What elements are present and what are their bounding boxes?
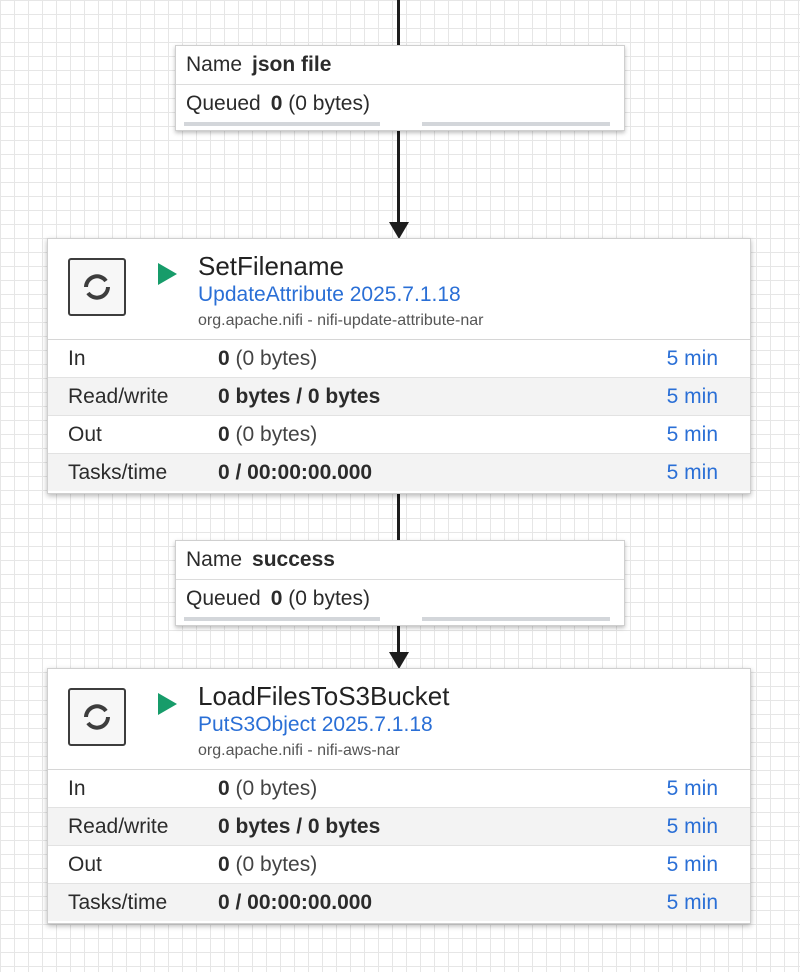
processor-bundle: org.apache.nifi - nifi-aws-nar <box>198 742 400 759</box>
stat-row-tasks: Tasks/time 0 / 00:00:00.000 5 min <box>48 884 750 921</box>
stat-label: In <box>68 347 86 370</box>
stat-label: In <box>68 777 86 800</box>
connection-name-label: Name <box>186 53 243 76</box>
stat-label: Out <box>68 423 102 446</box>
stat-time: 5 min <box>666 853 718 876</box>
connection-label-success[interactable]: Name success Queued 0 (0 bytes) <box>175 540 625 626</box>
connection-queued-count: 0 <box>270 587 283 610</box>
queue-size-bar <box>422 617 610 621</box>
stat-time: 5 min <box>666 815 718 838</box>
stat-row-tasks: Tasks/time 0 / 00:00:00.000 5 min <box>48 454 750 491</box>
queue-count-bar <box>184 617 380 621</box>
stat-row-out: Out 0 (0 bytes) 5 min <box>48 846 750 884</box>
arrowhead-icon <box>389 652 409 669</box>
processor-stats: In 0 (0 bytes) 5 min Read/write 0 bytes … <box>48 769 750 921</box>
running-status-icon <box>158 263 177 285</box>
stat-label: Read/write <box>68 385 169 408</box>
connection-queued-size: (0 bytes) <box>288 92 370 115</box>
stat-time: 5 min <box>666 423 718 446</box>
connection-name: json file <box>252 53 332 76</box>
stat-label: Out <box>68 853 102 876</box>
stat-value: 0 / 00:00:00.000 <box>218 891 373 914</box>
processor-type[interactable]: UpdateAttribute 2025.7.1.18 <box>198 283 461 307</box>
connection-queued-row: Queued 0 (0 bytes) <box>176 580 624 618</box>
processor-header: LoadFilesToS3Bucket PutS3Object 2025.7.1… <box>48 669 750 769</box>
processor-setfilename[interactable]: SetFilename UpdateAttribute 2025.7.1.18 … <box>47 238 751 494</box>
connection-name: success <box>252 548 335 571</box>
queue-size-bar <box>422 122 610 126</box>
processor-type[interactable]: PutS3Object 2025.7.1.18 <box>198 713 433 737</box>
stat-time: 5 min <box>666 385 718 408</box>
processor-bundle: org.apache.nifi - nifi-update-attribute-… <box>198 312 484 329</box>
stat-row-in: In 0 (0 bytes) 5 min <box>48 770 750 808</box>
stat-value: 0 (0 bytes) <box>218 853 318 876</box>
stat-row-in: In 0 (0 bytes) 5 min <box>48 340 750 378</box>
running-status-icon <box>158 693 177 715</box>
stat-row-out: Out 0 (0 bytes) 5 min <box>48 416 750 454</box>
connection-queued-size: (0 bytes) <box>288 587 370 610</box>
stat-value: 0 bytes / 0 bytes <box>218 815 381 838</box>
connection-name-label: Name <box>186 548 243 571</box>
stat-time: 5 min <box>666 777 718 800</box>
stat-label: Tasks/time <box>68 461 168 484</box>
stat-time: 5 min <box>666 891 718 914</box>
connection-queued-count: 0 <box>270 92 283 115</box>
stat-time: 5 min <box>666 461 718 484</box>
arrowhead-icon <box>389 222 409 239</box>
queue-count-bar <box>184 122 380 126</box>
stat-value: 0 bytes / 0 bytes <box>218 385 381 408</box>
stat-time: 5 min <box>666 347 718 370</box>
stat-label: Read/write <box>68 815 169 838</box>
stat-value: 0 (0 bytes) <box>218 777 318 800</box>
stat-value: 0 / 00:00:00.000 <box>218 461 373 484</box>
processor-icon <box>68 258 126 316</box>
connection-queued-label: Queued <box>186 587 261 610</box>
processor-header: SetFilename UpdateAttribute 2025.7.1.18 … <box>48 239 750 339</box>
processor-name: LoadFilesToS3Bucket <box>198 681 450 711</box>
stat-row-read-write: Read/write 0 bytes / 0 bytes 5 min <box>48 808 750 846</box>
connection-name-row: Name json file <box>176 46 624 85</box>
processor-name: SetFilename <box>198 251 344 281</box>
connection-queued-row: Queued 0 (0 bytes) <box>176 85 624 123</box>
connection-name-row: Name success <box>176 541 624 580</box>
connection-label-json-file[interactable]: Name json file Queued 0 (0 bytes) <box>175 45 625 131</box>
stat-value: 0 (0 bytes) <box>218 423 318 446</box>
stat-row-read-write: Read/write 0 bytes / 0 bytes 5 min <box>48 378 750 416</box>
processor-stats: In 0 (0 bytes) 5 min Read/write 0 bytes … <box>48 339 750 491</box>
stat-value: 0 (0 bytes) <box>218 347 318 370</box>
processor-loadfilestos3bucket[interactable]: LoadFilesToS3Bucket PutS3Object 2025.7.1… <box>47 668 751 924</box>
connection-queued-label: Queued <box>186 92 261 115</box>
stat-label: Tasks/time <box>68 891 168 914</box>
processor-icon <box>68 688 126 746</box>
